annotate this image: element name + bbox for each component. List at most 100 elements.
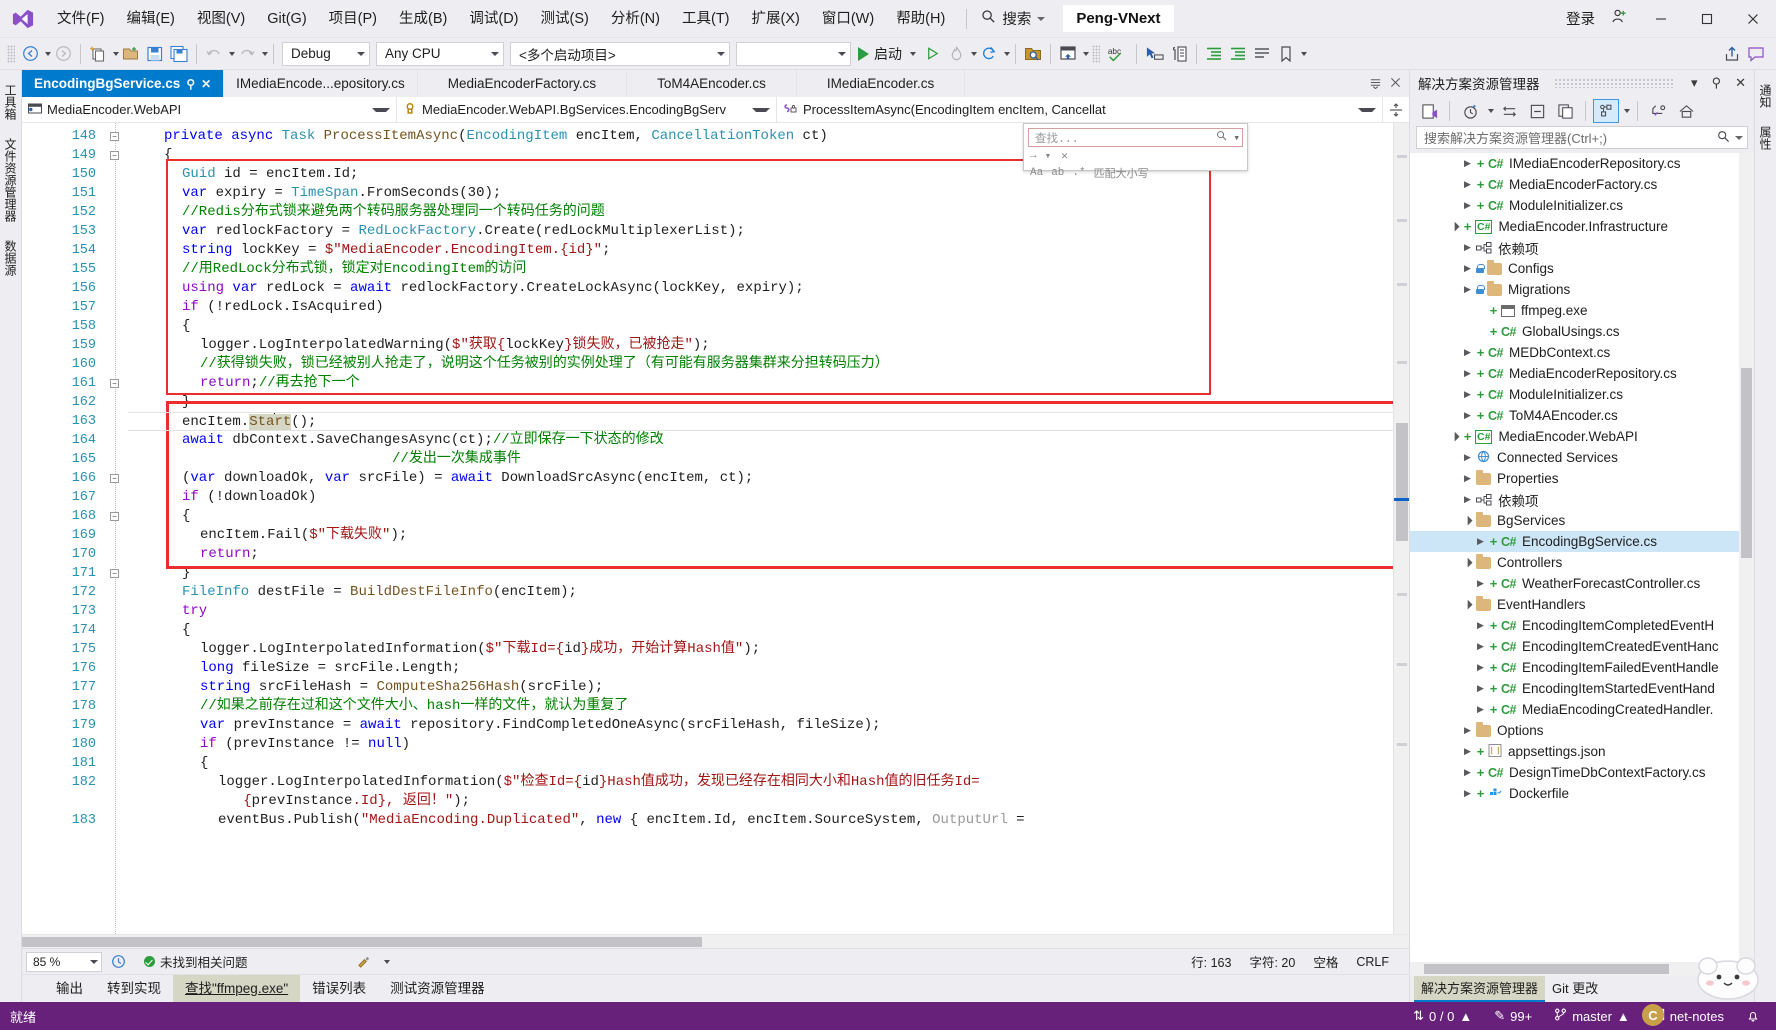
tree-node[interactable]: ▶ + Dockerfile bbox=[1410, 783, 1754, 804]
outline-marker[interactable] bbox=[104, 811, 128, 830]
scrollbar-thumb[interactable] bbox=[1396, 423, 1408, 541]
bottom-tab-goto-implementation[interactable]: 转到实现 bbox=[95, 975, 173, 1003]
bottom-tab-output[interactable]: 输出 bbox=[44, 975, 95, 1003]
code-line[interactable]: await dbContext.SaveChangesAsync(ct);//立… bbox=[128, 431, 1393, 450]
outline-marker[interactable] bbox=[104, 412, 128, 431]
code-line[interactable]: return; bbox=[128, 545, 1393, 564]
tree-node[interactable]: ▶ + C# WeatherForecastController.cs bbox=[1410, 573, 1754, 594]
outline-marker[interactable] bbox=[104, 355, 128, 374]
code-line[interactable]: //如果之前存在过和这个文件大小、hash一样的文件，就认为重复了 bbox=[128, 697, 1393, 716]
outline-marker[interactable] bbox=[104, 697, 128, 716]
menu-window[interactable]: 窗口(W) bbox=[811, 0, 885, 38]
code-line[interactable]: //发出一次集成事件 bbox=[128, 450, 1393, 469]
code-line[interactable]: } bbox=[128, 564, 1393, 583]
tree-node[interactable]: ▶ + C# MediaEncoderFactory.cs bbox=[1410, 174, 1754, 195]
collapse-region-icon[interactable]: − bbox=[110, 379, 119, 388]
outline-marker[interactable] bbox=[104, 260, 128, 279]
outline-marker[interactable] bbox=[104, 735, 128, 754]
outline-marker[interactable] bbox=[104, 621, 128, 640]
tree-node[interactable]: ▶ + C# MediaEncodingCreatedHandler. bbox=[1410, 699, 1754, 720]
source-control-changes[interactable]: ⇅ 0 / 0 ▲ bbox=[1402, 1002, 1483, 1030]
code-line[interactable]: if (prevInstance != null) bbox=[128, 735, 1393, 754]
window-layout-icon[interactable] bbox=[1056, 41, 1080, 67]
tree-node[interactable]: ▶ 依赖项 bbox=[1410, 489, 1754, 510]
navigate-forward-icon[interactable] bbox=[51, 41, 75, 67]
tree-node[interactable]: + ffmpeg.exe bbox=[1410, 300, 1754, 321]
outline-marker[interactable]: − bbox=[104, 127, 128, 146]
match-case-icon[interactable]: Aa bbox=[1030, 167, 1043, 179]
editor-vertical-scrollbar[interactable] bbox=[1393, 123, 1409, 934]
pending-changes-icon[interactable] bbox=[1457, 99, 1483, 123]
outline-marker[interactable] bbox=[104, 545, 128, 564]
feedback-icon[interactable] bbox=[1744, 41, 1768, 67]
outline-marker[interactable]: − bbox=[104, 469, 128, 488]
save-all-icon[interactable] bbox=[167, 41, 191, 67]
solution-name-chip[interactable]: Peng-VNext bbox=[1063, 5, 1174, 32]
outline-marker[interactable] bbox=[104, 754, 128, 773]
chevron-right-icon[interactable]: ▶ bbox=[1462, 368, 1473, 379]
doc-tab-mediaencoderfactory[interactable]: MediaEncoderFactory.cs bbox=[417, 70, 628, 97]
spell-check-icon[interactable]: abc bbox=[1103, 41, 1131, 67]
line-ending-status[interactable]: CRLF bbox=[1347, 955, 1409, 969]
new-project-icon[interactable] bbox=[86, 41, 110, 67]
extra-combo[interactable] bbox=[736, 41, 851, 66]
save-icon[interactable] bbox=[143, 41, 167, 67]
menu-view[interactable]: 视图(V) bbox=[186, 0, 256, 38]
outdent-icon[interactable] bbox=[1226, 41, 1250, 67]
outline-marker[interactable]: − bbox=[104, 564, 128, 583]
chevron-right-icon[interactable]: ▶ bbox=[1462, 725, 1473, 736]
doc-tab-tom4aencoder[interactable]: ToM4AEncoder.cs bbox=[627, 70, 797, 97]
tree-node[interactable]: ▶ + C# EncodingItemCreatedEventHanc bbox=[1410, 636, 1754, 657]
se-tab-solution-explorer[interactable]: 解决方案资源管理器 bbox=[1414, 976, 1546, 1002]
code-line[interactable]: { bbox=[128, 621, 1393, 640]
outline-marker[interactable] bbox=[104, 640, 128, 659]
outline-marker[interactable] bbox=[104, 602, 128, 621]
bottom-tab-test-explorer[interactable]: 测试资源管理器 bbox=[378, 975, 497, 1003]
code-line[interactable]: encItem.Start(); bbox=[128, 412, 1393, 431]
chevron-right-icon[interactable]: ▶ bbox=[1462, 284, 1473, 295]
menu-build[interactable]: 生成(B) bbox=[388, 0, 458, 38]
tree-node[interactable]: ▶ + C# IMediaEncoderRepository.cs bbox=[1410, 153, 1754, 174]
tree-node[interactable]: ▶ + C# EncodingItemCompletedEventH bbox=[1410, 615, 1754, 636]
restart-icon[interactable] bbox=[977, 41, 1001, 67]
code-line[interactable]: using var redLock = await redlockFactory… bbox=[128, 279, 1393, 298]
find-options-icon[interactable]: ▾ bbox=[1045, 149, 1052, 163]
code-line[interactable]: logger.LogInterpolatedWarning($"获取{lockK… bbox=[128, 336, 1393, 355]
solution-tree-vertical-scrollbar[interactable] bbox=[1739, 153, 1754, 962]
navigate-back-icon[interactable] bbox=[18, 41, 42, 67]
indentation-status[interactable]: 空格 bbox=[1304, 952, 1347, 971]
rail-tab-notifications[interactable]: 通知 bbox=[1757, 84, 1774, 108]
issues-status[interactable]: 未找到相关问题 bbox=[135, 952, 257, 971]
tree-node[interactable]: ▶ + C# DesignTimeDbContextFactory.cs bbox=[1410, 762, 1754, 783]
refresh-icon[interactable] bbox=[1645, 99, 1671, 123]
tree-node[interactable]: ▶ + C# MEDbContext.cs bbox=[1410, 342, 1754, 363]
outline-marker[interactable]: − bbox=[104, 146, 128, 165]
pointer-select-icon[interactable] bbox=[1142, 41, 1167, 67]
code-line[interactable]: return;//再去抢下一个 bbox=[128, 374, 1393, 393]
redo-dropdown-icon[interactable] bbox=[262, 51, 268, 56]
chevron-right-icon[interactable]: ▶ bbox=[1475, 704, 1486, 715]
chevron-right-icon[interactable]: ▶ bbox=[1462, 746, 1473, 757]
code-line[interactable]: { bbox=[128, 754, 1393, 773]
code-cleanup-dropdown-icon[interactable] bbox=[383, 959, 390, 964]
quick-find-popup[interactable]: 查找... ▾ → ▾ ✕ Aa ab .* 匹配大小写 bbox=[1023, 123, 1248, 181]
code-line[interactable]: if (!downloadOk) bbox=[128, 488, 1393, 507]
tree-node[interactable]: ▶ 依赖项 bbox=[1410, 237, 1754, 258]
outline-marker[interactable] bbox=[104, 203, 128, 222]
chevron-right-icon[interactable]: ▶ bbox=[1462, 263, 1473, 274]
collapse-all-icon[interactable] bbox=[1524, 99, 1550, 123]
chevron-right-icon[interactable]: ▶ bbox=[1462, 767, 1473, 778]
search-icon[interactable] bbox=[1717, 130, 1730, 146]
code-line[interactable]: var redlockFactory = RedLockFactory.Crea… bbox=[128, 222, 1393, 241]
start-debug-button[interactable]: 启动 bbox=[854, 41, 920, 67]
tree-node[interactable]: ▶ + C# ToM4AEncoder.cs bbox=[1410, 405, 1754, 426]
collapse-region-icon[interactable]: − bbox=[110, 151, 119, 160]
tab-overflow-icon[interactable] bbox=[1369, 76, 1382, 92]
tree-node[interactable]: ▶ + C# EncodingItemStartedEventHand bbox=[1410, 678, 1754, 699]
solution-tree[interactable]: ▶ + C# IMediaEncoderRepository.cs ▶ + C# MediaE… bbox=[1410, 153, 1754, 962]
code-line[interactable]: var prevInstance = await repository.Find… bbox=[128, 716, 1393, 735]
tree-node[interactable]: ▶ + C# EncodingBgService.cs bbox=[1410, 531, 1754, 552]
person-add-icon[interactable] bbox=[1601, 8, 1638, 29]
close-button[interactable] bbox=[1730, 0, 1776, 38]
code-line[interactable]: if (!redLock.IsAcquired) bbox=[128, 298, 1393, 317]
